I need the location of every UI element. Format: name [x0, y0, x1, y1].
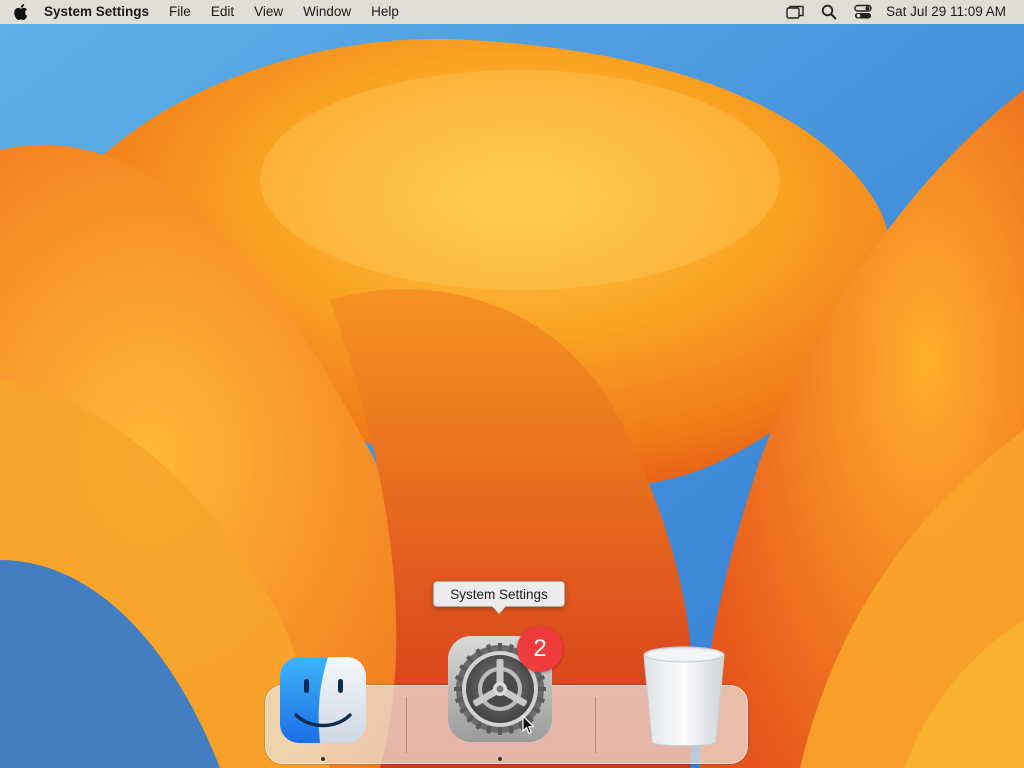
dock-tooltip: System Settings	[433, 581, 565, 607]
tooltip-arrow	[492, 606, 506, 614]
finder-running-indicator	[321, 757, 325, 761]
dock-separator	[406, 697, 407, 753]
menu-window[interactable]: Window	[293, 0, 361, 24]
finder-icon	[280, 657, 366, 743]
notification-badge: 2	[517, 626, 563, 672]
apple-logo-icon[interactable]	[0, 0, 40, 24]
trash-icon	[643, 646, 725, 747]
dock-separator	[595, 697, 596, 753]
menu-edit[interactable]: Edit	[201, 0, 244, 24]
menu-app-name[interactable]: System Settings	[40, 0, 159, 24]
menu-file[interactable]: File	[159, 0, 201, 24]
dock-item-trash[interactable]	[640, 644, 728, 755]
screen-mirroring-icon[interactable]	[778, 0, 812, 24]
mouse-pointer-icon	[522, 715, 535, 735]
control-center-icon[interactable]	[846, 0, 880, 24]
menu-view[interactable]: View	[244, 0, 293, 24]
spotlight-search-icon[interactable]	[812, 0, 846, 24]
menu-bar: System Settings File Edit View Window He…	[0, 0, 1024, 24]
dock-item-finder[interactable]	[280, 657, 366, 748]
menu-help[interactable]: Help	[361, 0, 409, 24]
system-settings-running-indicator	[498, 757, 502, 761]
menu-bar-clock[interactable]: Sat Jul 29 11:09 AM	[880, 0, 1024, 24]
